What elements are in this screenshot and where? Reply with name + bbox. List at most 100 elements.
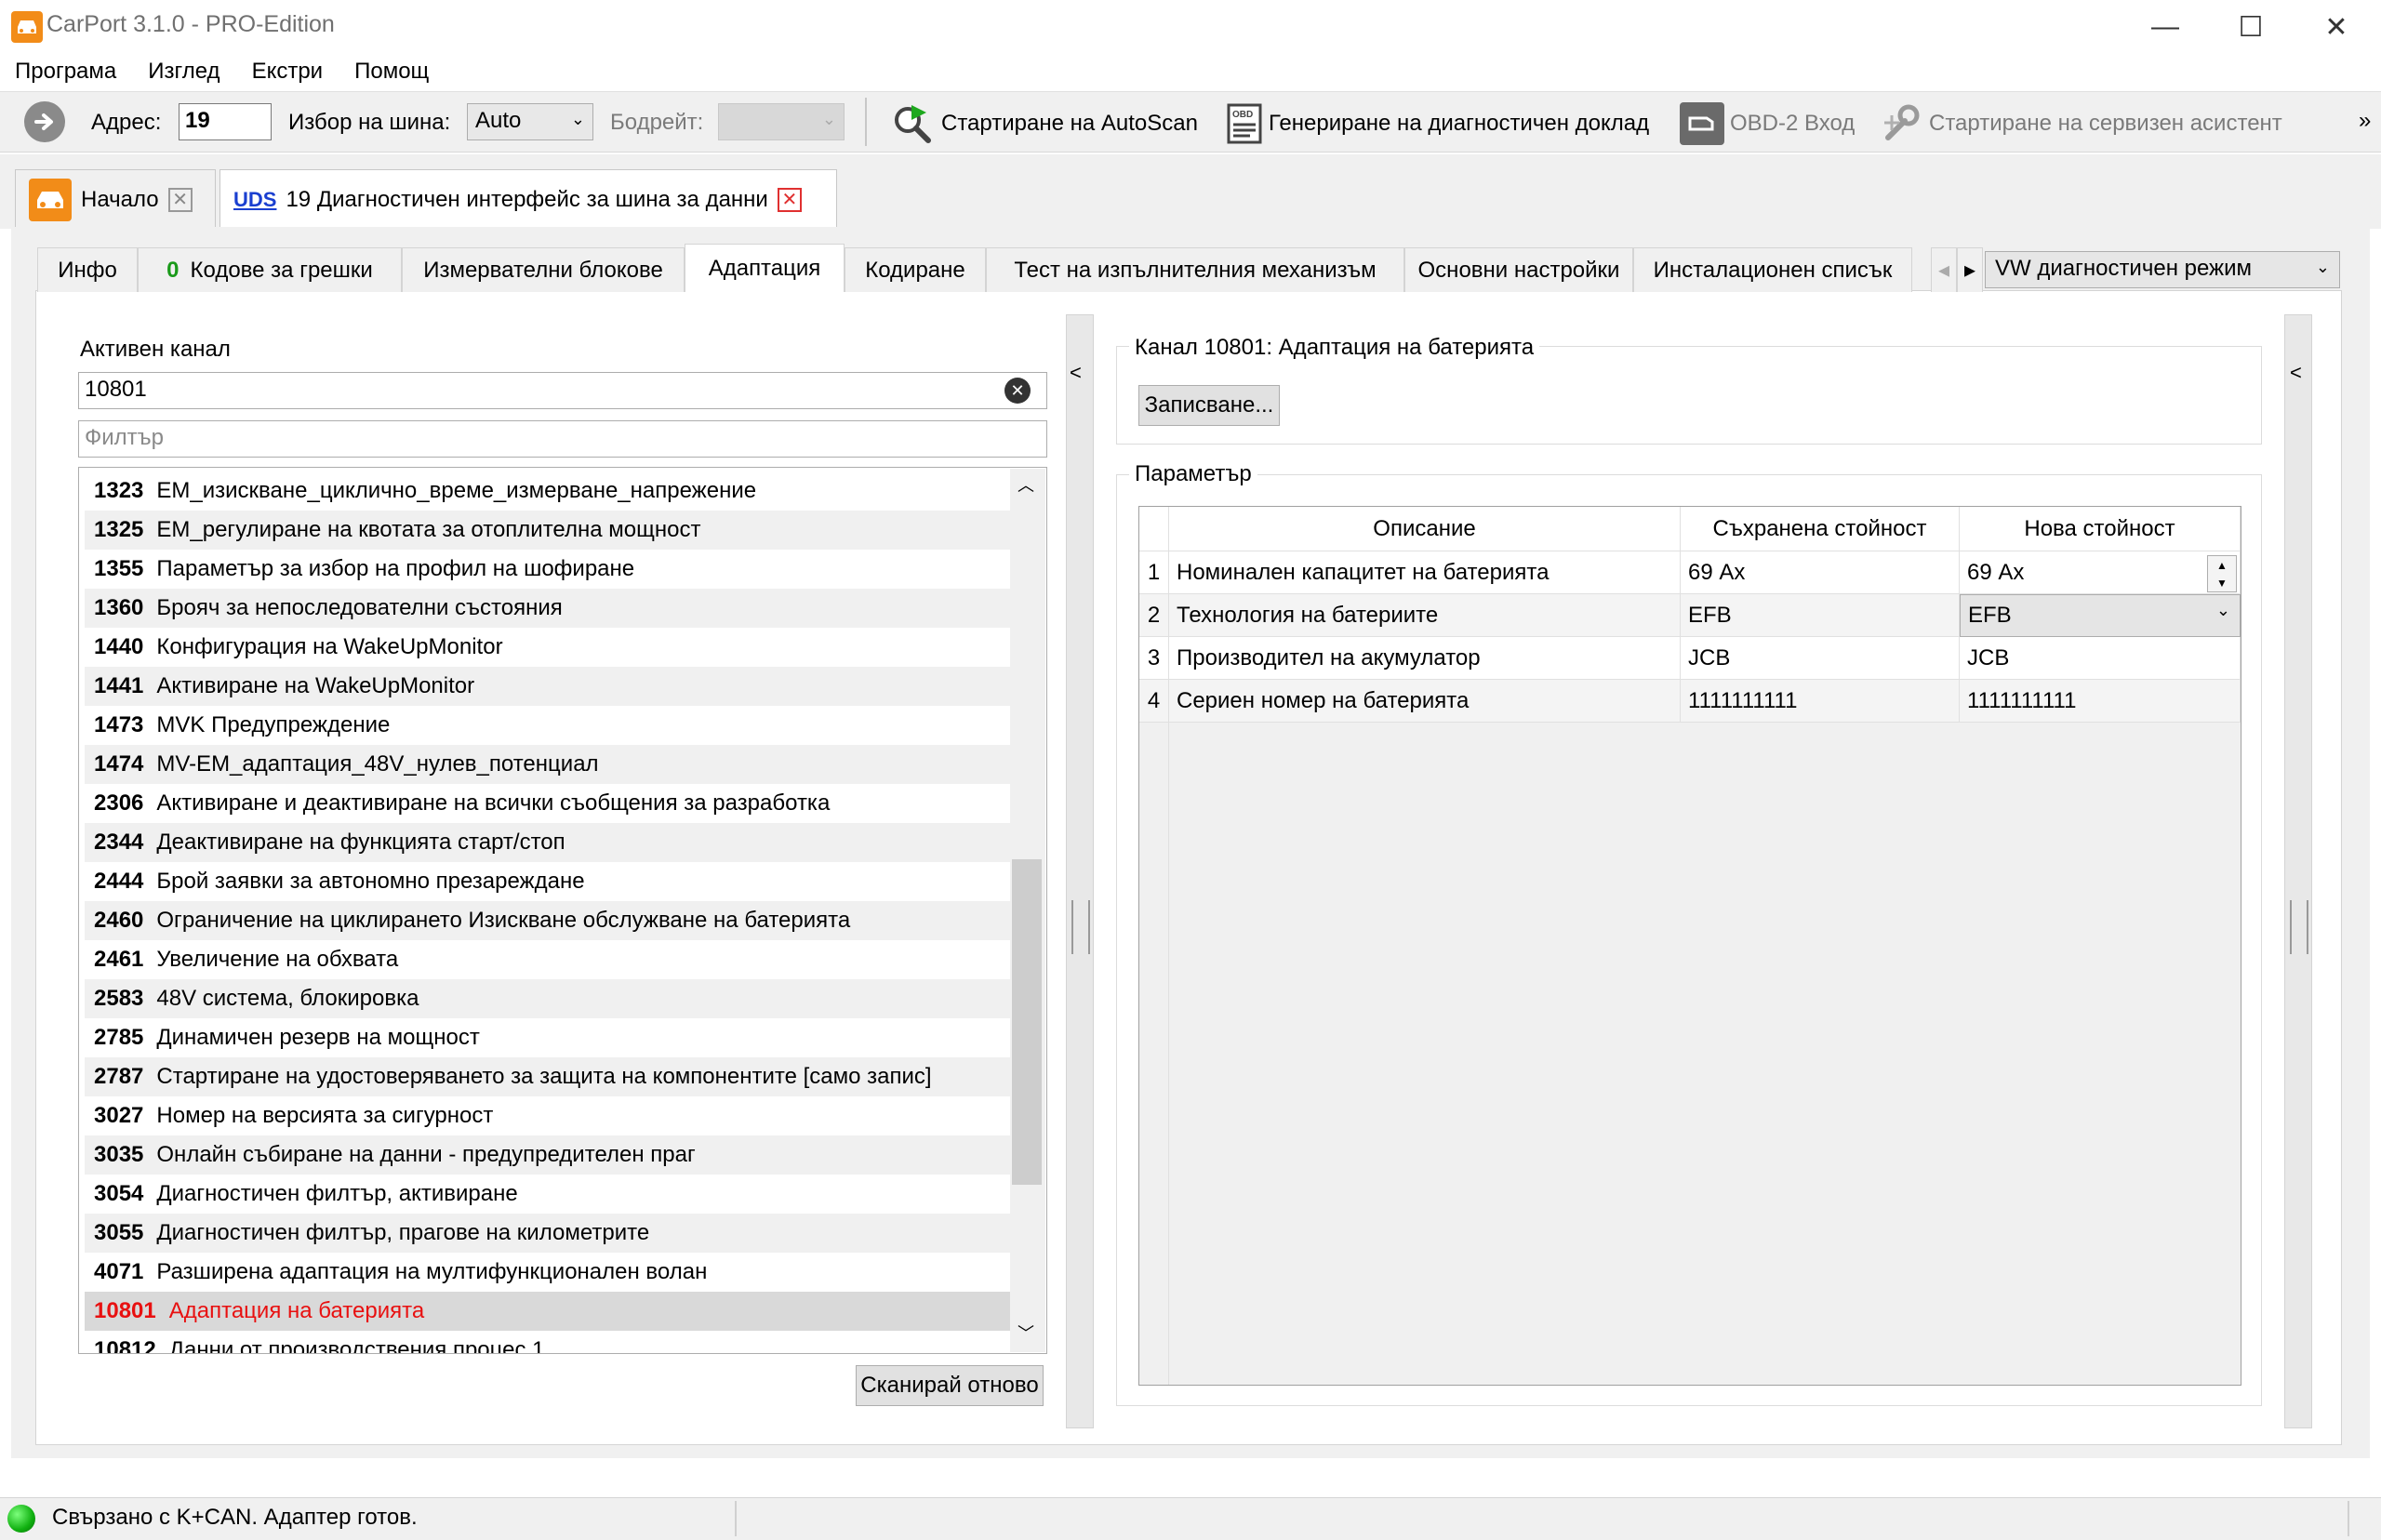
list-item[interactable]: 1474 MV-EM_адаптация_48V_нулев_потенциал xyxy=(85,745,1015,784)
list-item[interactable]: 10801 Адаптация на батерията xyxy=(85,1292,1015,1331)
list-item[interactable]: 1473 MVK Предупреждение xyxy=(85,706,1015,745)
rescan-button[interactable]: Сканирай отново xyxy=(856,1365,1044,1406)
list-item[interactable]: 2444 Брой заявки за автономно презареждан… xyxy=(85,862,1015,901)
menu-program[interactable]: Програма xyxy=(15,59,116,85)
tab-scroll-right-button[interactable]: ▸ xyxy=(1957,247,1983,292)
cell-new-value[interactable]: JCB xyxy=(1960,637,2241,680)
list-item[interactable]: 1323 EM_изискване_циклично_време_измерван… xyxy=(85,471,1015,511)
tab-fault-codes[interactable]: 0 Кодове за грешки xyxy=(138,247,402,292)
write-button[interactable]: Записване... xyxy=(1138,385,1280,426)
channel-name: Диагностичен филтър, активиране xyxy=(156,1181,518,1206)
list-item[interactable]: 3054 Диагностичен филтър, активиране xyxy=(85,1175,1015,1214)
list-item[interactable]: 2344 Деактивиране на функцията старт/стоп xyxy=(85,823,1015,862)
spin-down-icon[interactable]: ▼ xyxy=(2216,577,2228,590)
list-item[interactable]: 2306 Активиране и деактивиране на всички … xyxy=(85,784,1015,823)
channel-number: 2583 xyxy=(94,986,144,1011)
list-item[interactable]: 2460 Ограничение на циклирането Изискване… xyxy=(85,901,1015,940)
bus-select[interactable]: Auto ⌄ xyxy=(467,103,593,140)
channel-number: 10812 xyxy=(94,1337,156,1354)
tab-actuator-test[interactable]: Тест на изпълнителния механизъм xyxy=(986,247,1404,292)
diagnostic-mode-value: VW диагностичен режим xyxy=(1995,256,2252,281)
column-header-stored[interactable]: Съхранена стойност xyxy=(1681,507,1960,551)
list-item[interactable]: 1440 Конфигурация на WakeUpMonitor xyxy=(85,628,1015,667)
address-input[interactable]: 19 xyxy=(179,103,272,140)
column-header-description[interactable]: Описание xyxy=(1169,507,1681,551)
tab-info[interactable]: Инфо xyxy=(37,247,138,292)
spin-up-icon[interactable]: ▲ xyxy=(2216,559,2228,572)
active-channel-label: Активен канал xyxy=(80,337,231,362)
list-item[interactable]: 2787 Стартиране на удостоверяването за за… xyxy=(85,1057,1015,1096)
list-item[interactable]: 3027 Номер на версията за сигурност xyxy=(85,1096,1015,1135)
diagnostic-mode-select[interactable]: VW диагностичен режим ⌄ xyxy=(1985,251,2340,288)
autoscan-button[interactable]: Стартиране на AutoScan xyxy=(891,100,1198,147)
channel-name: Диагностичен филтър, прагове на километр… xyxy=(156,1220,650,1245)
list-item[interactable]: 2785 Динамичен резерв на мощност xyxy=(85,1018,1015,1057)
doc-tab-uds[interactable]: UDS 19 Диагностичен интерфейс за шина за… xyxy=(219,169,837,229)
capacity-spinbox[interactable]: 69 Ах xyxy=(1960,551,2241,594)
list-item[interactable]: 3055 Диагностичен филтър, прагове на кило… xyxy=(85,1214,1015,1253)
collapse-right-icon[interactable]: < xyxy=(2290,361,2302,385)
uds-badge: UDS xyxy=(233,187,277,211)
baud-label: Бодрейт: xyxy=(610,110,704,135)
list-item[interactable]: 1441 Активиране на WakeUpMonitor xyxy=(85,667,1015,706)
menu-view[interactable]: Изглед xyxy=(148,59,219,85)
tab-measuring-blocks[interactable]: Измервателни блокове xyxy=(402,247,685,292)
splitter-grip-icon[interactable] xyxy=(1071,900,1090,954)
channel-number: 1360 xyxy=(94,595,144,620)
scrollbar-thumb[interactable] xyxy=(1012,859,1042,1185)
tab-coding[interactable]: Кодиране xyxy=(845,247,986,292)
report-button[interactable]: OBD Генериране на диагностичен доклад xyxy=(1226,100,1649,147)
go-arrow-icon[interactable] xyxy=(24,101,65,142)
splitter-grip-icon[interactable] xyxy=(2290,900,2308,954)
close-icon[interactable]: ✕ xyxy=(777,187,802,212)
list-item[interactable]: 3035 Онлайн събиране на данни - предупред… xyxy=(85,1135,1015,1175)
list-item[interactable]: 4071 Разширена адаптация на мултифункцион… xyxy=(85,1253,1015,1292)
chevron-down-icon: ⌄ xyxy=(2215,601,2230,619)
scroll-down-icon[interactable]: ﹀ xyxy=(1018,1321,1034,1345)
active-channel-input[interactable]: 10801 xyxy=(78,372,1047,409)
service-assistant-button[interactable]: Стартиране на сервизен асистент xyxy=(1881,100,2282,147)
column-header-new[interactable]: Нова стойност xyxy=(1960,507,2241,551)
toolbar-separator xyxy=(865,98,867,146)
menu-extras[interactable]: Екстри xyxy=(252,59,324,85)
menu-help[interactable]: Помощ xyxy=(354,59,429,85)
doc-tab-home[interactable]: Начало ✕ xyxy=(15,169,216,229)
tab-installation-list[interactable]: Инсталационен списък xyxy=(1633,247,1912,292)
channel-name: EM_изискване_циклично_време_измерване_на… xyxy=(156,478,757,503)
tab-adaptation[interactable]: Адаптация xyxy=(685,244,845,292)
list-item[interactable]: 2461 Увеличение на обхвата xyxy=(85,940,1015,979)
channel-number: 3054 xyxy=(94,1181,144,1206)
scroll-up-icon[interactable]: ︿ xyxy=(1018,472,1034,497)
splitter-left[interactable] xyxy=(1066,314,1094,1428)
list-item[interactable]: 1360 Брояч за непоследователни състояния xyxy=(85,589,1015,628)
channel-name: Адаптация на батерията xyxy=(168,1298,425,1323)
channel-number: 1441 xyxy=(94,673,144,698)
minimize-button[interactable]: — xyxy=(2122,0,2208,54)
list-item[interactable]: 10812 Данни от производствения процес 1 xyxy=(85,1331,1015,1354)
close-button[interactable]: ✕ xyxy=(2294,0,2379,54)
tab-basic-settings[interactable]: Основни настройки xyxy=(1404,247,1633,292)
list-item[interactable]: 2583 48V система, блокировка xyxy=(85,979,1015,1018)
list-item[interactable]: 1325 EM_регулиране на квотата за отоплите… xyxy=(85,511,1015,550)
channel-number: 3027 xyxy=(94,1103,144,1128)
collapse-left-icon[interactable]: < xyxy=(1070,361,1082,385)
channel-name: Разширена адаптация на мултифункционален… xyxy=(156,1259,708,1284)
tab-fault-codes-label: Кодове за грешки xyxy=(190,257,373,283)
baud-select[interactable]: ⌄ xyxy=(718,103,845,140)
filter-input[interactable]: Филтър xyxy=(78,420,1047,458)
toolbar-overflow-button[interactable]: » xyxy=(2359,108,2371,134)
tab-scroll-left-button[interactable]: ◂ xyxy=(1931,247,1957,292)
channel-name: Параметър за избор на профил на шофиране xyxy=(156,556,635,581)
cell-new-value[interactable]: 1111111111 xyxy=(1960,680,2241,723)
obd-report-icon: OBD xyxy=(1227,103,1262,144)
technology-select[interactable]: EFB ⌄ xyxy=(1960,594,2241,637)
spinbox-arrows[interactable]: ▲ ▼ xyxy=(2207,555,2237,592)
clear-icon[interactable]: ✕ xyxy=(1004,378,1031,404)
row-number: 4 xyxy=(1139,680,1169,723)
maximize-button[interactable]: ☐ xyxy=(2208,0,2294,54)
obd-input-button[interactable]: OBD-2 Вход xyxy=(1680,100,1855,147)
splitter-right[interactable] xyxy=(2284,314,2312,1428)
cell-description: Сериен номер на батерията xyxy=(1169,680,1681,723)
close-icon[interactable]: ✕ xyxy=(167,187,193,212)
list-item[interactable]: 1355 Параметър за избор на профил на шофи… xyxy=(85,550,1015,589)
